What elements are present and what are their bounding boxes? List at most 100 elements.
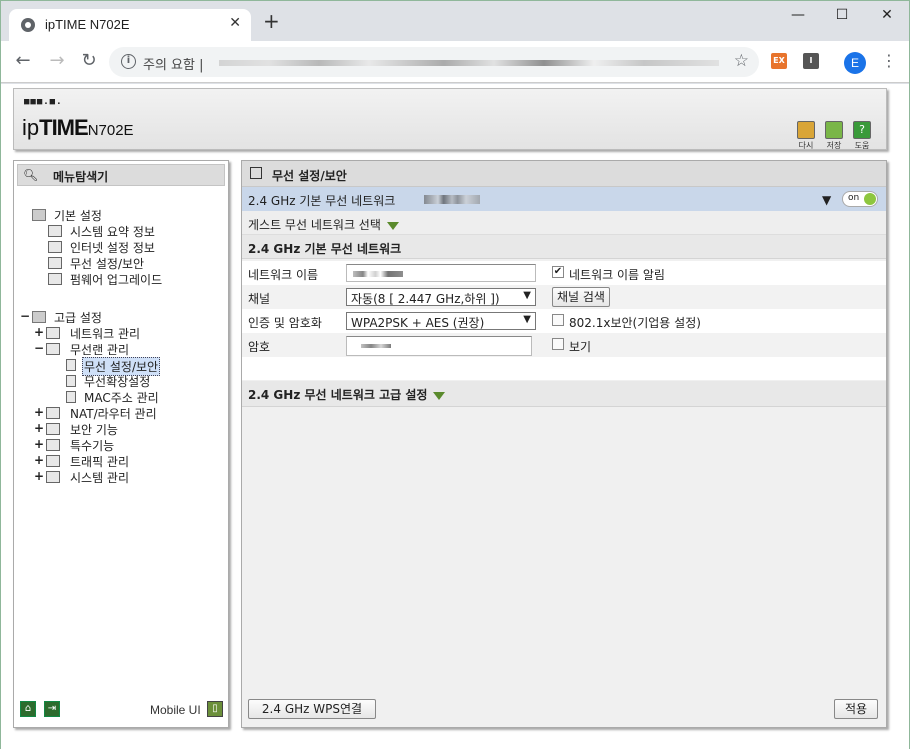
info-icon[interactable]: i: [121, 54, 136, 69]
panel-title-bar: 무선 설정/보안: [242, 161, 886, 187]
page-icon: [66, 375, 76, 387]
folder-icon: [32, 209, 46, 221]
chart-page-icon: [46, 471, 60, 483]
expand-icon[interactable]: +: [34, 421, 44, 435]
auth-row: 인증 및 암호화 WPA2PSK + AES (권장) ▼ 802.1x보안(기…: [248, 312, 701, 330]
basic-network-section-header: 2.4 GHz 기본 무선 네트워크: [242, 235, 886, 259]
magnifier-icon: 🔍︎: [23, 168, 39, 182]
panel-title: 무선 설정/보안: [272, 169, 347, 183]
network-page-icon: [46, 327, 60, 339]
extension-ex-icon[interactable]: EX: [771, 53, 787, 69]
dropdown-triangle-icon: [433, 391, 446, 400]
browser-toolbar: ← → ↻ i 주의 요함 | ☆ EX I E ⋮: [1, 41, 909, 83]
back-arrow-icon[interactable]: ←: [11, 51, 35, 71]
logo-dots: ■■■.■.: [24, 97, 63, 107]
expand-icon[interactable]: +: [34, 325, 44, 339]
collapse-icon[interactable]: −: [20, 309, 30, 323]
folder-icon: [32, 311, 46, 323]
page-viewport: ■■■.■. ipTIMEN702E 다시 저장 ? 도움 🔍︎ 메뉴탐색기 기…: [1, 84, 909, 749]
router-header: ■■■.■. ipTIMEN702E 다시 저장 ? 도움: [13, 88, 887, 150]
tab-title: ipTIME N702E: [45, 17, 130, 32]
extension-i-icon[interactable]: I: [803, 53, 819, 69]
router-page-icon: [46, 407, 60, 419]
wireless-settings-panel: 무선 설정/보안 2.4 GHz 기본 무선 네트워크 ▼ on 게스트 무선 …: [241, 160, 887, 728]
advanced-settings-header[interactable]: 2.4 GHz 무선 네트워크 고급 설정: [242, 381, 886, 407]
browser-window: ipTIME N702E ✕ + — ☐ ✕ ← → ↻ i 주의 요함 | ☆…: [0, 0, 910, 749]
logout-icon[interactable]: ⇥: [44, 701, 60, 717]
menu-explorer-header: 🔍︎ 메뉴탐색기: [17, 164, 225, 186]
upgrade-page-icon: [48, 273, 62, 285]
password-input[interactable]: [346, 336, 532, 356]
wifi-page-icon: [46, 343, 60, 355]
page-icon: [66, 359, 76, 371]
wifi-page-icon: [48, 257, 62, 269]
network-name-row: 네트워크 이름 ✔ 네트워크 이름 알림: [248, 264, 665, 282]
collapse-icon[interactable]: −: [34, 341, 44, 355]
channel-search-button[interactable]: 채널 검색: [552, 287, 610, 307]
reload-icon[interactable]: ↻: [77, 51, 101, 71]
security-warning: 주의 요함 |: [143, 58, 204, 73]
ssid-input-redacted: [353, 271, 403, 277]
dropdown-triangle-icon: [386, 221, 399, 230]
panel-footer: 2.4 GHz WPS연결 적용: [242, 691, 886, 727]
question-icon: ?: [853, 121, 871, 139]
browser-tab[interactable]: ipTIME N702E ✕: [9, 9, 251, 41]
wifi-lock-icon: ▼: [822, 193, 832, 207]
window-icon: [250, 167, 262, 179]
broadcast-ssid-checkbox[interactable]: ✔: [552, 266, 564, 278]
ssid-redacted: [424, 195, 480, 204]
basic-network-form: 네트워크 이름 ✔ 네트워크 이름 알림 채널 자동(8 [ 2.447 GHz…: [242, 261, 886, 380]
expand-icon[interactable]: +: [34, 437, 44, 451]
lock-page-icon: [46, 423, 60, 435]
address-bar[interactable]: i 주의 요함 | ☆: [109, 47, 759, 77]
password-redacted: [361, 344, 391, 348]
dropdown-arrow-icon: ▼: [523, 314, 531, 325]
url-redacted: [219, 60, 719, 66]
chart-page-icon: [48, 225, 62, 237]
network-select-bar[interactable]: 2.4 GHz 기본 무선 네트워크 ▼ on: [242, 187, 886, 211]
network-bar-label: 2.4 GHz 기본 무선 네트워크: [248, 194, 396, 208]
auth-encryption-select[interactable]: WPA2PSK + AES (권장) ▼: [346, 312, 536, 330]
apply-button[interactable]: 적용: [834, 699, 878, 719]
enterprise-802-1x-checkbox[interactable]: [552, 314, 564, 326]
minimize-button[interactable]: —: [783, 7, 813, 23]
channel-select[interactable]: 자동(8 [ 2.447 GHz,하위 ]) ▼: [346, 288, 536, 306]
network-name-input[interactable]: [346, 264, 536, 282]
profile-avatar[interactable]: E: [844, 52, 866, 74]
menu-explorer: 🔍︎ 메뉴탐색기 기본 설정 시스템 요약 정보 인터넷 설정 정보 무선 설정…: [13, 160, 229, 728]
globe-icon: [21, 18, 35, 32]
undo-icon: [797, 121, 815, 139]
tab-strip: ipTIME N702E ✕ + — ☐ ✕: [1, 1, 909, 41]
show-password-checkbox[interactable]: [552, 338, 564, 350]
toggle-knob: [864, 193, 876, 205]
bookmark-star-icon[interactable]: ☆: [734, 51, 749, 71]
forward-arrow-icon[interactable]: →: [45, 51, 69, 71]
guest-network-select[interactable]: 게스트 무선 네트워크 선택: [242, 211, 886, 235]
wps-connect-button[interactable]: 2.4 GHz WPS연결: [248, 699, 376, 719]
dropdown-arrow-icon: ▼: [523, 290, 531, 301]
channel-row: 채널 자동(8 [ 2.447 GHz,하위 ]) ▼ 채널 검색: [242, 285, 886, 309]
mobile-phone-icon[interactable]: ▯: [207, 701, 223, 717]
close-window-button[interactable]: ✕: [872, 7, 902, 23]
floppy-icon: [825, 121, 843, 139]
expand-icon[interactable]: +: [34, 453, 44, 467]
expand-icon[interactable]: +: [34, 405, 44, 419]
password-row: 암호 보기: [242, 333, 886, 357]
maximize-button[interactable]: ☐: [827, 7, 857, 23]
mobile-ui-link[interactable]: Mobile UI: [150, 703, 201, 717]
network-on-toggle[interactable]: on: [842, 191, 878, 207]
menu-explorer-title: 메뉴탐색기: [53, 170, 109, 184]
save-button[interactable]: 저장: [824, 121, 844, 151]
traffic-page-icon: [46, 455, 60, 467]
special-page-icon: [46, 439, 60, 451]
iptime-logo: ipTIMEN702E: [22, 115, 134, 140]
home-icon[interactable]: ⌂: [20, 701, 36, 717]
new-tab-button[interactable]: +: [263, 11, 280, 31]
tab-close-button[interactable]: ✕: [229, 15, 241, 31]
expand-icon[interactable]: +: [34, 469, 44, 483]
help-button[interactable]: ? 도움: [852, 121, 872, 151]
reload-button[interactable]: 다시: [796, 121, 816, 151]
page-icon: [66, 391, 76, 403]
menu-kebab-icon[interactable]: ⋮: [881, 51, 897, 70]
guest-network-label: 게스트 무선 네트워크 선택: [248, 216, 399, 233]
